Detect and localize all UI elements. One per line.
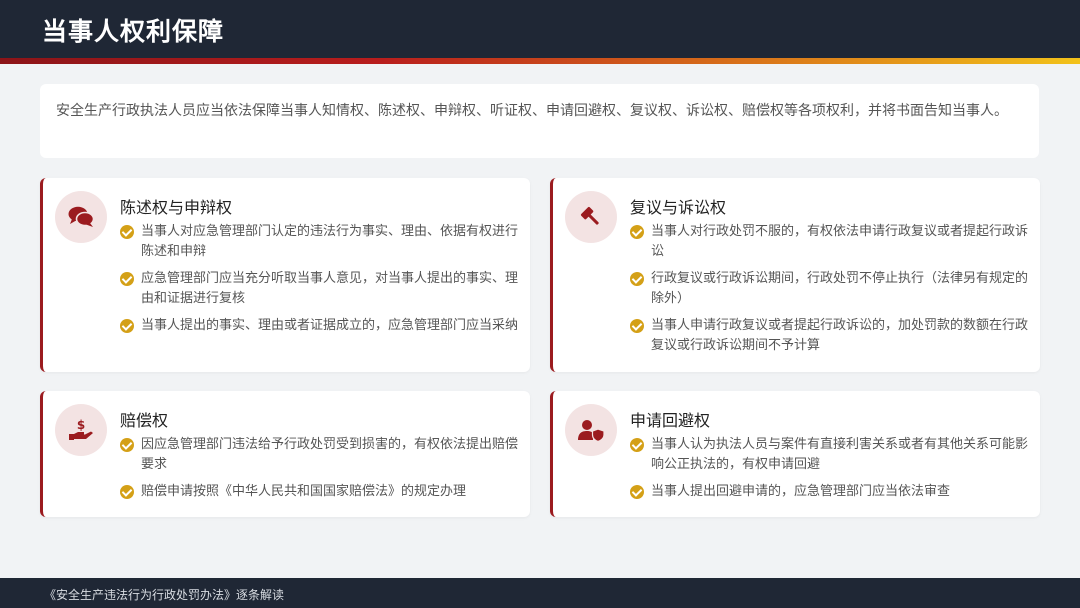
card-title: 陈述权与申辩权: [120, 198, 233, 217]
accent-stripe: [0, 58, 1080, 64]
list-item: 当事人认为执法人员与案件有直接利害关系或者有其他关系可能影响公正执法的，有权申请…: [630, 435, 1028, 475]
list-item: 当事人提出回避申请的，应急管理部门应当依法审查: [630, 482, 1028, 502]
list-item: 当事人申请行政复议或者提起行政诉讼的，加处罚款的数额在行政复议或行政诉讼期间不予…: [630, 316, 1028, 356]
item-list: 当事人认为执法人员与案件有直接利害关系或者有其他关系可能影响公正执法的，有权申请…: [630, 435, 1028, 509]
check-circle-icon: [630, 225, 644, 239]
check-circle-icon: [120, 438, 134, 452]
check-circle-icon: [630, 319, 644, 333]
list-item: 当事人提出的事实、理由或者证据成立的，应急管理部门应当采纳: [120, 316, 518, 336]
gavel-icon: [565, 191, 617, 243]
list-item: 因应急管理部门违法给予行政处罚受到损害的，有权依法提出赔偿要求: [120, 435, 518, 475]
check-circle-icon: [120, 272, 134, 286]
card-compensation: $ 赔偿权 因应急管理部门违法给予行政处罚受到损害的，有权依法提出赔偿要求 赔偿…: [40, 391, 530, 517]
list-item: 赔偿申请按照《中华人民共和国国家赔偿法》的规定办理: [120, 482, 518, 502]
card-review-litigation: 复议与诉讼权 当事人对行政处罚不服的，有权依法申请行政复议或者提起行政诉讼 行政…: [550, 178, 1040, 372]
card-recusal: 申请回避权 当事人认为执法人员与案件有直接利害关系或者有其他关系可能影响公正执法…: [550, 391, 1040, 517]
list-item: 行政复议或行政诉讼期间，行政处罚不停止执行（法律另有规定的除外）: [630, 269, 1028, 309]
item-list: 当事人对行政处罚不服的，有权依法申请行政复议或者提起行政诉讼 行政复议或行政诉讼…: [630, 222, 1028, 363]
intro-panel: 安全生产行政执法人员应当依法保障当事人知情权、陈述权、申辩权、听证权、申请回避权…: [40, 84, 1039, 158]
card-title: 复议与诉讼权: [630, 198, 727, 217]
chat-bubbles-icon: [55, 191, 107, 243]
check-circle-icon: [120, 225, 134, 239]
check-circle-icon: [630, 272, 644, 286]
footer-bar: 《安全生产违法行为行政处罚办法》逐条解读: [0, 578, 1080, 608]
list-item: 当事人对应急管理部门认定的违法行为事实、理由、依据有权进行陈述和申辩: [120, 222, 518, 262]
item-list: 当事人对应急管理部门认定的违法行为事实、理由、依据有权进行陈述和申辩 应急管理部…: [120, 222, 518, 343]
footer-text: 《安全生产违法行为行政处罚办法》逐条解读: [44, 588, 285, 602]
check-circle-icon: [630, 438, 644, 452]
card-title: 赔偿权: [120, 411, 169, 430]
intro-text: 安全生产行政执法人员应当依法保障当事人知情权、陈述权、申辩权、听证权、申请回避权…: [56, 103, 1008, 119]
card-statement-defense: 陈述权与申辩权 当事人对应急管理部门认定的违法行为事实、理由、依据有权进行陈述和…: [40, 178, 530, 372]
list-item: 当事人对行政处罚不服的，有权依法申请行政复议或者提起行政诉讼: [630, 222, 1028, 262]
list-item: 应急管理部门应当充分听取当事人意见，对当事人提出的事实、理由和证据进行复核: [120, 269, 518, 309]
page-title: 当事人权利保障: [42, 17, 225, 46]
svg-text:$: $: [77, 418, 85, 432]
item-list: 因应急管理部门违法给予行政处罚受到损害的，有权依法提出赔偿要求 赔偿申请按照《中…: [120, 435, 518, 509]
hand-money-icon: $: [55, 404, 107, 456]
check-circle-icon: [120, 485, 134, 499]
check-circle-icon: [630, 485, 644, 499]
card-title: 申请回避权: [630, 411, 711, 430]
check-circle-icon: [120, 319, 134, 333]
user-shield-icon: [565, 404, 617, 456]
header-bar: 当事人权利保障: [0, 0, 1080, 58]
